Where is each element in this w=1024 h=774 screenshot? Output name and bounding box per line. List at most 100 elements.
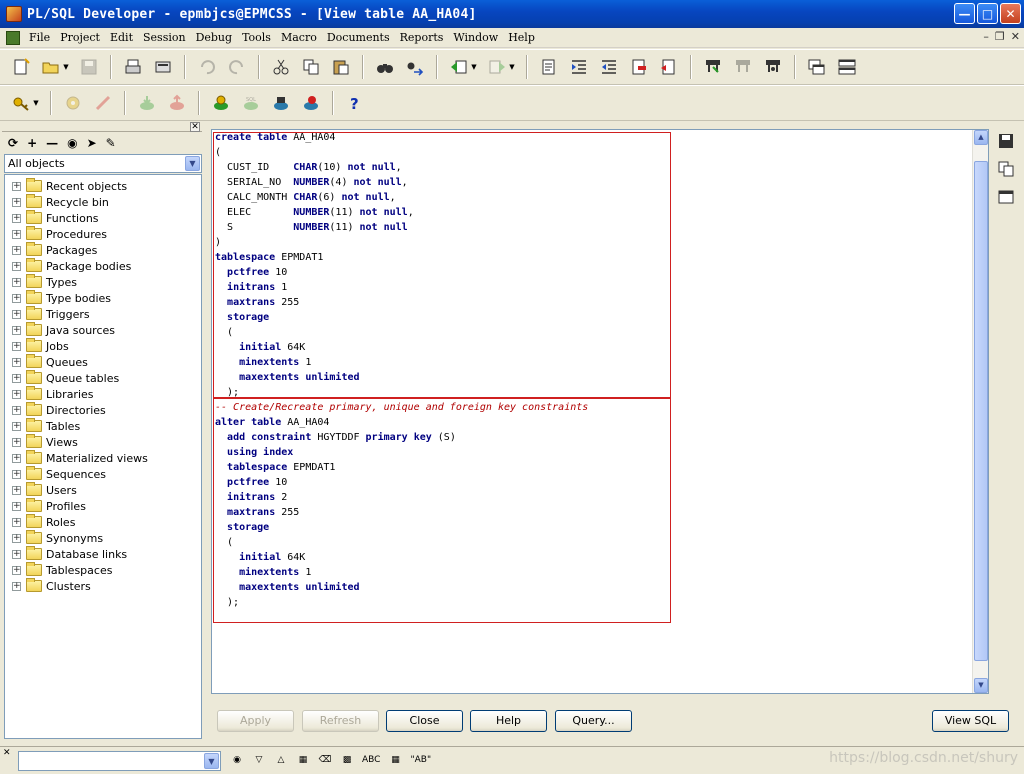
remove-icon[interactable]: — xyxy=(46,136,58,150)
tree-item[interactable]: + Functions xyxy=(5,210,201,226)
tree-item[interactable]: + Tables xyxy=(5,418,201,434)
tree-item[interactable]: + Type bodies xyxy=(5,290,201,306)
save-icon[interactable] xyxy=(78,56,100,78)
execute-gear-icon[interactable] xyxy=(62,92,84,114)
editor-scrollbar[interactable]: ▲ ▼ xyxy=(972,130,988,693)
tree-item[interactable]: + Sequences xyxy=(5,466,201,482)
back-icon[interactable] xyxy=(448,56,470,78)
filter-edit-icon[interactable]: ✎ xyxy=(106,136,116,150)
expand-icon[interactable]: + xyxy=(12,405,21,415)
tree-item[interactable]: + Jobs xyxy=(5,338,201,354)
unindent-icon[interactable] xyxy=(598,56,620,78)
menu-documents[interactable]: Documents xyxy=(322,31,395,44)
find-combobox[interactable]: ▼ xyxy=(18,751,221,771)
rollback-icon[interactable] xyxy=(166,92,188,114)
help-question-icon[interactable]: ? xyxy=(344,92,366,114)
tree-item[interactable]: + Recent objects xyxy=(5,178,201,194)
regex-icon[interactable]: ▩ xyxy=(340,751,354,769)
tree-item[interactable]: + Queues xyxy=(5,354,201,370)
expand-icon[interactable]: + xyxy=(12,469,21,479)
copy-sql-icon[interactable] xyxy=(995,158,1017,180)
indent-icon[interactable] xyxy=(568,56,590,78)
expand-icon[interactable]: + xyxy=(12,565,21,575)
expand-icon[interactable]: + xyxy=(12,309,21,319)
close-button[interactable]: Close xyxy=(386,710,463,732)
expand-icon[interactable]: + xyxy=(12,517,21,527)
comment-icon[interactable] xyxy=(628,56,650,78)
paste-icon[interactable] xyxy=(330,56,352,78)
expand-icon[interactable]: + xyxy=(12,485,21,495)
cut-icon[interactable] xyxy=(270,56,292,78)
expand-icon[interactable]: + xyxy=(12,181,21,191)
eraser-icon[interactable]: ⌫ xyxy=(318,751,332,769)
find-icon[interactable] xyxy=(374,56,396,78)
scroll-down-icon[interactable]: ▼ xyxy=(974,678,988,693)
open-dropdown-icon[interactable]: ▼ xyxy=(62,56,70,78)
expand-icon[interactable]: + xyxy=(12,325,21,335)
expand-icon[interactable]: + xyxy=(12,261,21,271)
apply-button[interactable]: Apply xyxy=(217,710,294,732)
highlight-all-icon[interactable]: ▦ xyxy=(296,751,310,769)
tree-item[interactable]: + Triggers xyxy=(5,306,201,322)
redo-icon[interactable] xyxy=(226,56,248,78)
tree-item[interactable]: + Directories xyxy=(5,402,201,418)
find-input[interactable] xyxy=(22,753,202,769)
expand-icon[interactable]: + xyxy=(12,277,21,287)
tree-item[interactable]: + Tablespaces xyxy=(5,562,201,578)
copy-icon[interactable] xyxy=(300,56,322,78)
print-icon[interactable] xyxy=(122,56,144,78)
mdi-close-icon[interactable]: ✕ xyxy=(1011,30,1020,43)
expand-icon[interactable]: + xyxy=(12,229,21,239)
expand-icon[interactable]: + xyxy=(12,533,21,543)
expand-icon[interactable]: + xyxy=(12,389,21,399)
find-binoculars-icon[interactable]: ◉ xyxy=(230,751,244,769)
expand-icon[interactable]: + xyxy=(12,341,21,351)
menu-debug[interactable]: Debug xyxy=(191,31,238,44)
scroll-thumb[interactable] xyxy=(974,161,988,661)
tree-item[interactable]: + Synonyms xyxy=(5,530,201,546)
menu-tools[interactable]: Tools xyxy=(237,31,276,44)
break-icon[interactable] xyxy=(92,92,114,114)
find-previous-icon[interactable]: △ xyxy=(274,751,288,769)
new-icon[interactable] xyxy=(10,56,32,78)
open-icon[interactable] xyxy=(40,56,62,78)
tile-windows-icon[interactable] xyxy=(836,56,858,78)
mdi-restore-icon[interactable]: ❐ xyxy=(995,30,1005,43)
tree-item[interactable]: + Procedures xyxy=(5,226,201,242)
close-find-bar-icon[interactable]: ✕ xyxy=(3,748,11,758)
close-panel-icon[interactable]: ✕ xyxy=(190,122,200,132)
tree-item[interactable]: + Clusters xyxy=(5,578,201,594)
test-window-icon[interactable] xyxy=(300,92,322,114)
menu-edit[interactable]: Edit xyxy=(105,31,138,44)
template-icon[interactable] xyxy=(732,56,754,78)
template-list-icon[interactable] xyxy=(762,56,784,78)
menu-window[interactable]: Window xyxy=(448,31,503,44)
cascade-windows-icon[interactable] xyxy=(806,56,828,78)
menu-project[interactable]: Project xyxy=(55,31,105,44)
edit-doc-icon[interactable] xyxy=(538,56,560,78)
refresh-button[interactable]: Refresh xyxy=(302,710,379,732)
filter-icon[interactable]: ➤ xyxy=(87,136,97,150)
print-preview-icon[interactable] xyxy=(152,56,174,78)
open-in-sql-window-icon[interactable] xyxy=(995,186,1017,208)
object-filter-select[interactable]: All objects ▼ xyxy=(4,154,202,173)
expand-icon[interactable]: + xyxy=(12,421,21,431)
tree-item[interactable]: + Roles xyxy=(5,514,201,530)
expand-icon[interactable]: + xyxy=(12,549,21,559)
find-replace-icon[interactable] xyxy=(404,56,426,78)
expand-icon[interactable]: + xyxy=(12,501,21,511)
tree-item[interactable]: + Queue tables xyxy=(5,370,201,386)
sql-editor[interactable]: create table AA_HA04 ( CUST_ID CHAR(10) … xyxy=(211,129,989,694)
chevron-down-icon[interactable]: ▼ xyxy=(204,753,219,769)
expand-icon[interactable]: + xyxy=(12,581,21,591)
logon-dropdown-icon[interactable]: ▼ xyxy=(32,92,40,114)
quoted-text-toggle[interactable]: "AB" xyxy=(410,751,431,769)
logon-key-icon[interactable] xyxy=(10,92,32,114)
tree-item[interactable]: + Views xyxy=(5,434,201,450)
add-icon[interactable]: + xyxy=(27,136,37,150)
mdi-minimize-icon[interactable]: – xyxy=(983,30,989,43)
run-template-icon[interactable] xyxy=(702,56,724,78)
forward-dropdown-icon[interactable]: ▼ xyxy=(508,56,516,78)
expand-icon[interactable]: + xyxy=(12,437,21,447)
expand-icon[interactable]: + xyxy=(12,213,21,223)
